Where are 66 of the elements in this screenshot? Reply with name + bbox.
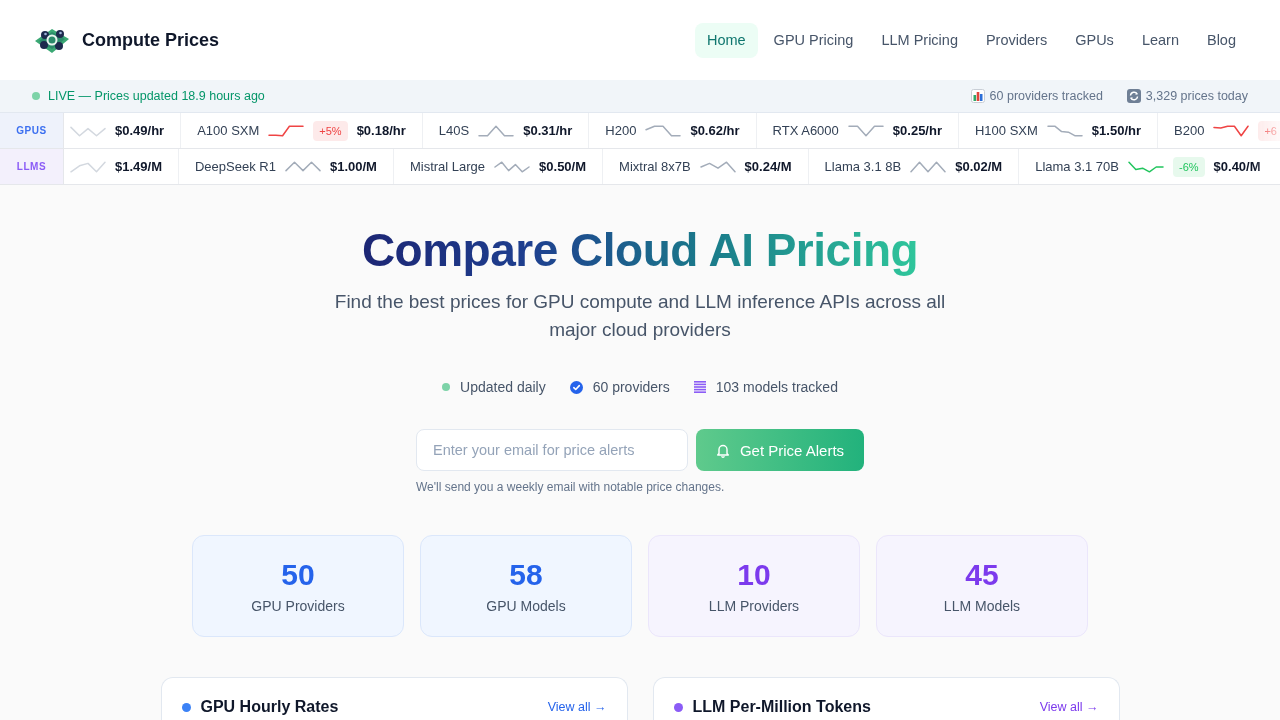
ticker-name: Mixtral 8x7B	[619, 159, 691, 174]
nav-link[interactable]: GPUs	[1063, 22, 1126, 58]
nav-link[interactable]: LLM Pricing	[869, 22, 970, 58]
refresh-icon	[1126, 89, 1141, 103]
nav-link[interactable]: Home	[694, 22, 758, 58]
stat-label: GPU Models	[485, 597, 567, 615]
change-badge: -6%	[1173, 156, 1205, 177]
ticker-name: A100 SXM	[197, 123, 260, 138]
dot-icon	[673, 702, 683, 712]
nav-link[interactable]: GPU Pricing	[761, 22, 866, 58]
nav-link[interactable]: Learn	[1129, 22, 1191, 58]
panel-title: GPU Hourly Rates	[200, 697, 339, 717]
dot-icon	[181, 702, 191, 712]
ticker-price: $0.24/M	[744, 159, 792, 174]
hero-subtitle: Find the best prices for GPU compute and LLM inference APIs across all major cloud providers	[333, 290, 947, 342]
stat-label: LLM Providers	[707, 597, 801, 615]
ticker-price: $0.25/hr	[892, 123, 942, 138]
ticker-price: $0.50/M	[539, 159, 587, 174]
email-field[interactable]: Enter your email for price alerts	[416, 429, 688, 471]
ticker-name: Mistral Large	[409, 159, 486, 174]
nav-link[interactable]: Providers	[973, 22, 1060, 58]
alert-note: We'll send you a weekly email with notable price changes.	[416, 479, 726, 495]
live-status: LIVE — Prices updated 18.9 hours ago	[48, 89, 265, 103]
change-badge: +5%	[313, 120, 348, 141]
tracking-stat: 3,329 prices today	[1145, 89, 1248, 103]
feature-text: Updated daily	[460, 378, 546, 397]
brand-name: Compute Prices	[82, 29, 220, 51]
stat-value: 50	[280, 557, 316, 593]
ticker-price: $1.50/hr	[1091, 123, 1141, 138]
tracking-stat: 60 providers tracked	[989, 89, 1103, 103]
feature-text: 60 providers	[592, 378, 670, 397]
stat-value: 58	[508, 557, 544, 593]
check-badge-icon	[569, 380, 583, 394]
list-icon	[693, 381, 706, 393]
ticker-name: DeepSeek R1	[195, 159, 276, 174]
ticker-price: $0.18/hr	[356, 123, 406, 138]
ticker-price: $1.00/M	[329, 159, 377, 174]
status-dot-icon	[442, 383, 451, 391]
ticker-price: $0.49/hr	[115, 123, 165, 138]
bar-chart-icon	[970, 89, 985, 103]
ticker-name: Llama 3.1 70B	[1035, 159, 1119, 174]
ticker-price: $0.62/hr	[690, 123, 740, 138]
ticker-name: H200	[605, 123, 637, 138]
ticker-price: $0.02/M	[955, 159, 1003, 174]
ticker-label: GPUS	[0, 113, 64, 148]
ticker-name: H100 SXM	[975, 123, 1038, 138]
ticker-name: RTX A6000	[772, 123, 839, 138]
panel-title: LLM Per-Million Tokens	[692, 697, 871, 717]
change-badge: +6	[1258, 120, 1280, 141]
bell-icon	[715, 442, 730, 458]
feature-text: 103 models tracked	[715, 378, 838, 397]
ticker-price: $1.49/M	[115, 159, 162, 174]
ticker-label: LLMS	[0, 149, 64, 184]
ticker-name: B200	[1174, 123, 1205, 138]
stat-value: 10	[736, 557, 772, 593]
stat-value: 45	[964, 557, 1000, 593]
nav-link[interactable]: Blog	[1194, 22, 1248, 58]
view-all-link[interactable]: View all →	[1039, 700, 1099, 714]
ticker-name: Llama 3.1 8B	[824, 159, 902, 174]
ticker-price: $0.31/hr	[523, 123, 573, 138]
ticker-price: $0.40/M	[1213, 159, 1261, 174]
stat-label: GPU Providers	[250, 597, 346, 615]
view-all-link[interactable]: View all →	[547, 700, 607, 714]
status-dot-icon	[32, 92, 40, 100]
ticker-name: L40S	[438, 123, 470, 138]
stat-label: LLM Models	[942, 597, 1022, 615]
